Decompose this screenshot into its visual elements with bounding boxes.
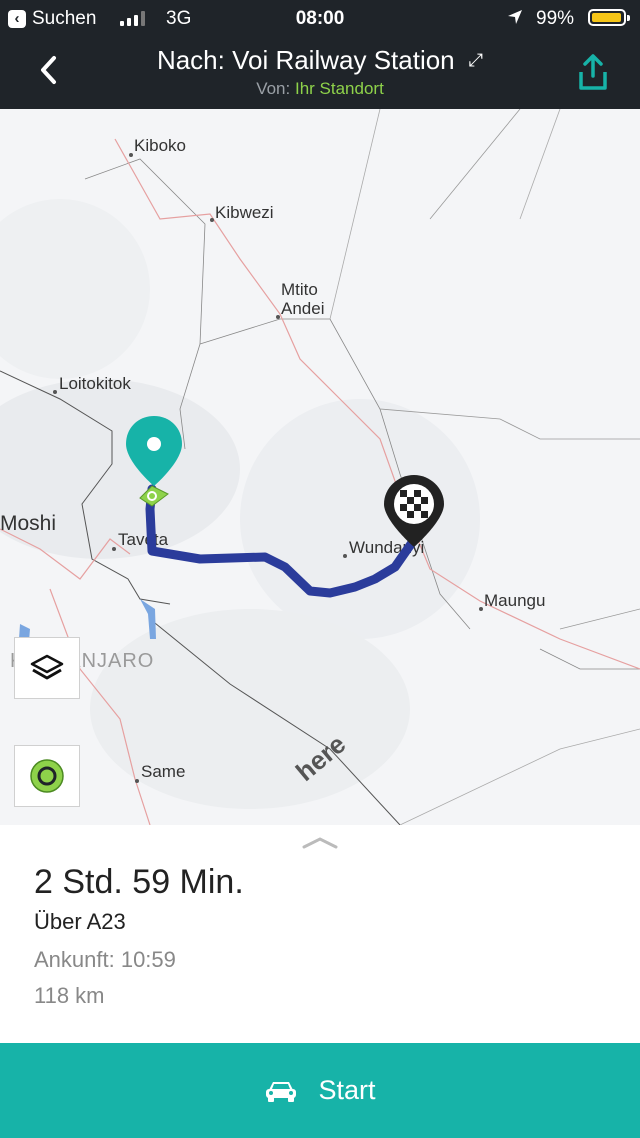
- locate-button[interactable]: [14, 745, 80, 807]
- start-label: Start: [318, 1075, 376, 1105]
- location-pin-icon: [126, 416, 182, 507]
- route-via: Über A23: [34, 909, 126, 934]
- car-icon: [266, 1081, 297, 1102]
- route-summary-sheet[interactable]: 2 Std. 59 Min. Über A23 Ankunft: 10:59 1…: [0, 825, 640, 1043]
- destination-title-text: Nach: Voi Railway Station: [156, 45, 455, 75]
- origin-prefix: Von:: [256, 79, 291, 98]
- layers-icon: [30, 654, 64, 680]
- status-bar: ‹ Suchen 3G 08:00 99%: [0, 0, 640, 36]
- destination-marker[interactable]: [382, 473, 446, 553]
- origin-marker[interactable]: [122, 414, 186, 514]
- locate-icon: [30, 759, 64, 793]
- expand-icon[interactable]: ⤢: [469, 50, 483, 71]
- checkered-flag-icon: [384, 475, 444, 547]
- origin-value: Ihr Standort: [294, 79, 384, 98]
- share-button[interactable]: [576, 52, 610, 92]
- arrival-time: Ankunft: 10:59: [34, 947, 176, 972]
- share-icon: [579, 54, 607, 90]
- navigation-header: Nach: Voi Railway Station ⤢ Von: Ihr Stan…: [0, 36, 640, 109]
- map-view[interactable]: Kiboko Kibwezi Mtito Andei Loitokitok Mo…: [0, 109, 640, 825]
- sheet-handle-icon[interactable]: [302, 835, 338, 849]
- start-button[interactable]: Start: [0, 1043, 640, 1138]
- layers-button[interactable]: [14, 637, 80, 699]
- battery-percent: 99%: [536, 8, 575, 29]
- destination-title[interactable]: Nach: Voi Railway Station ⤢: [0, 45, 640, 76]
- origin-line: Von: Ihr Standort: [0, 79, 640, 99]
- route-line: [145, 484, 423, 598]
- battery-icon: [588, 9, 630, 26]
- route-distance: 118 km: [34, 983, 105, 1008]
- location-arrow-icon: [506, 8, 524, 32]
- route-duration: 2 Std. 59 Min.: [34, 863, 244, 901]
